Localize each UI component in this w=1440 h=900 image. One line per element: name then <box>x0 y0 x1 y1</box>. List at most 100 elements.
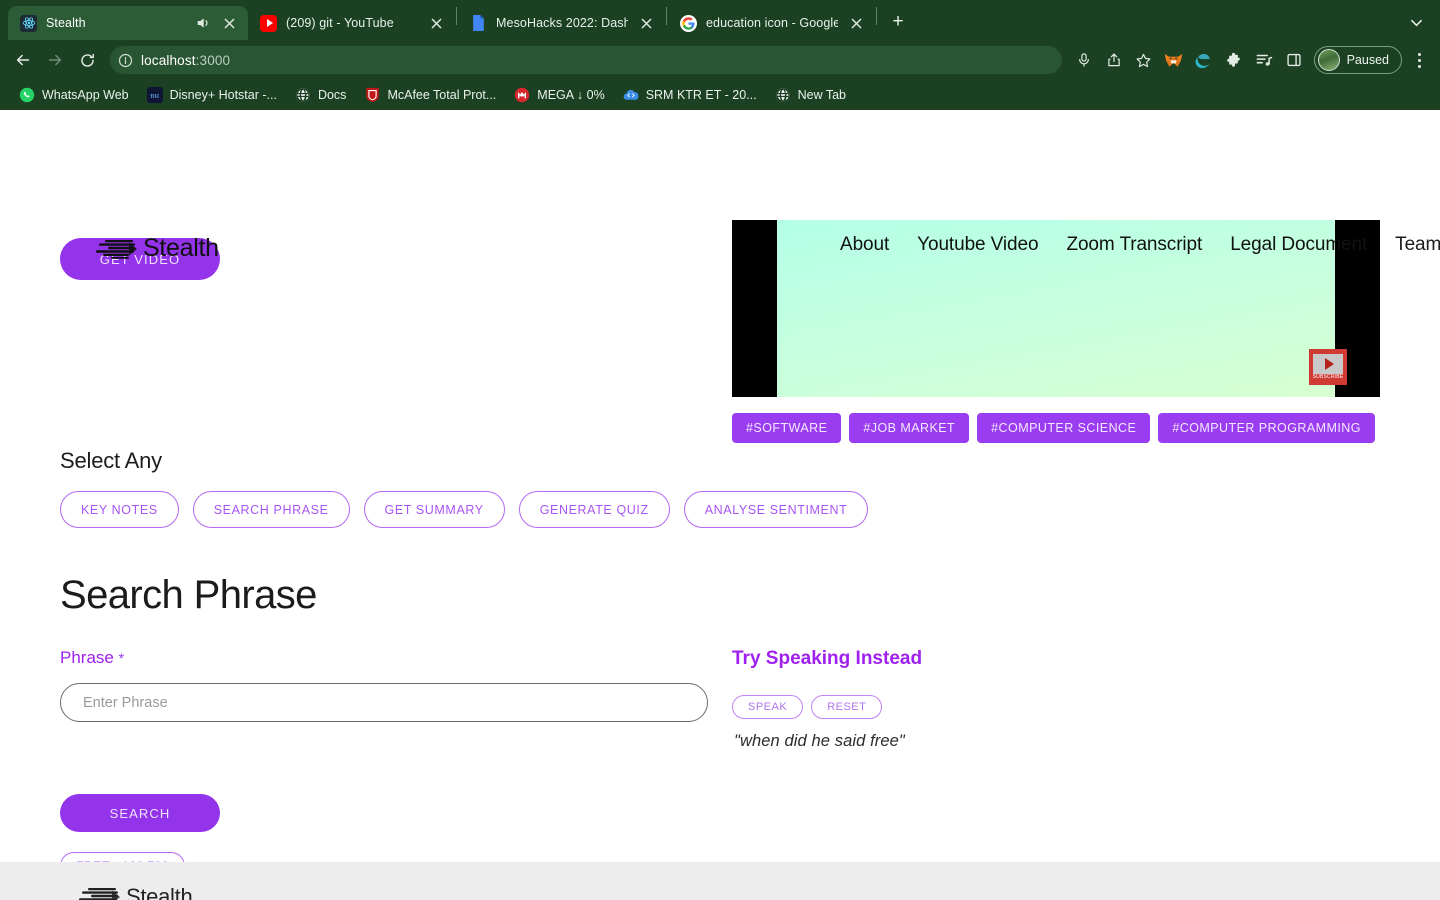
option-generate-quiz[interactable]: GENERATE QUIZ <box>518 491 670 528</box>
tab-close-icon[interactable] <box>220 14 238 32</box>
mega-icon <box>514 87 530 103</box>
speech-transcript: "when did he said free" <box>734 732 905 750</box>
bookmark-mega[interactable]: MEGA ↓ 0% <box>505 83 613 107</box>
tab-title: Stealth <box>46 16 86 30</box>
site-navigation: About Youtube Video Zoom Transcript Lega… <box>840 234 1440 256</box>
youtube-subscribe-watermark[interactable]: SUBSCRIBE <box>1309 349 1347 385</box>
reload-button[interactable] <box>72 45 102 75</box>
play-triangle-icon <box>1313 354 1343 374</box>
forward-button[interactable] <box>40 45 70 75</box>
phrase-input[interactable] <box>60 683 708 722</box>
phrase-field-label: Phrase * <box>60 648 124 668</box>
bookmark-whatsapp-web[interactable]: WhatsApp Web <box>10 83 138 107</box>
tab-title: education icon - Google Search <box>706 16 838 30</box>
nav-item-about[interactable]: About <box>840 234 889 256</box>
side-panel-icon[interactable] <box>1280 46 1308 74</box>
bookmarks-bar: WhatsApp Web ᴆʜ Disney+ Hotstar -... Doc… <box>0 80 1440 110</box>
nav-item-team[interactable]: Team <box>1395 234 1440 256</box>
url-port: :3000 <box>195 52 231 68</box>
bookmark-label: New Tab <box>797 88 847 102</box>
reading-list-icon[interactable] <box>1250 46 1278 74</box>
code-cloud-icon <box>623 87 639 103</box>
get-video-button[interactable]: GET VIDEO <box>60 238 220 280</box>
speak-button[interactable]: SPEAK <box>732 695 804 719</box>
nav-item-youtube-video[interactable]: Youtube Video <box>917 234 1038 256</box>
required-marker: * <box>118 650 125 666</box>
nav-item-zoom-transcript[interactable]: Zoom Transcript <box>1066 234 1202 256</box>
footer-brand-name: Stealth <box>126 884 193 900</box>
bookmark-disney-hotstar[interactable]: ᴆʜ Disney+ Hotstar -... <box>138 83 286 107</box>
nav-item-legal-document[interactable]: Legal Document <box>1230 234 1367 256</box>
speech-controls: SPEAK RESET <box>732 695 883 719</box>
edge-extension-icon[interactable] <box>1190 46 1218 74</box>
stealth-speedlines-icon <box>78 884 124 900</box>
tab-separator <box>876 7 877 25</box>
address-bar-text: localhost:3000 <box>141 53 1052 68</box>
hotstar-icon: ᴆʜ <box>146 87 163 103</box>
mcafee-icon <box>364 87 380 103</box>
new-tab-button[interactable]: + <box>884 8 912 36</box>
bookmark-star-icon[interactable] <box>1130 46 1158 74</box>
tab-separator <box>666 7 667 25</box>
extensions-puzzle-icon[interactable] <box>1220 46 1248 74</box>
info-circle-icon[interactable] <box>118 53 133 68</box>
address-bar[interactable]: localhost:3000 <box>110 46 1062 74</box>
browser-toolbar: localhost:3000 Paused <box>0 40 1440 80</box>
bookmark-label: MEGA ↓ 0% <box>537 88 605 102</box>
metamask-icon[interactable] <box>1160 46 1188 74</box>
page-title: Search Phrase <box>60 573 317 617</box>
browser-window: Stealth (209) git - YouTube MesoHacks 20… <box>0 0 1440 900</box>
google-icon <box>680 14 697 32</box>
google-docs-icon <box>470 15 487 32</box>
hashtag-chip[interactable]: #SOFTWARE <box>732 413 842 443</box>
tab-youtube[interactable]: (209) git - YouTube <box>248 6 455 40</box>
tab-strip: Stealth (209) git - YouTube MesoHacks 20… <box>0 0 1440 40</box>
subscribe-label: SUBSCRIBE <box>1312 374 1344 380</box>
profile-button[interactable]: Paused <box>1313 46 1402 74</box>
avatar-icon <box>1317 49 1340 71</box>
page-footer: Stealth <box>0 862 1440 900</box>
hashtag-chip[interactable]: #JOB MARKET <box>849 413 970 443</box>
option-get-summary[interactable]: GET SUMMARY <box>363 491 505 528</box>
footer-brand-logo: Stealth <box>78 884 193 900</box>
tab-close-icon[interactable] <box>637 14 655 32</box>
profile-status-label: Paused <box>1346 53 1389 67</box>
chevron-down-icon[interactable] <box>1402 8 1430 36</box>
tab-close-icon[interactable] <box>427 14 445 32</box>
bookmark-docs[interactable]: Docs <box>286 83 355 107</box>
back-button[interactable] <box>8 45 38 75</box>
bookmark-label: Docs <box>317 88 347 102</box>
globe-icon <box>295 87 311 103</box>
microphone-icon[interactable] <box>1070 46 1098 74</box>
tab-audio-icon[interactable] <box>195 15 211 31</box>
select-any-title: Select Any <box>60 448 162 473</box>
tab-title: (209) git - YouTube <box>286 16 394 30</box>
whatsapp-icon <box>19 87 35 103</box>
react-icon <box>20 14 37 32</box>
bookmark-mcafee[interactable]: McAfee Total Prot... <box>355 83 505 107</box>
hashtag-chip[interactable]: #COMPUTER SCIENCE <box>977 413 1151 443</box>
option-analyse-sentiment[interactable]: ANALYSE SENTIMENT <box>683 491 869 528</box>
reset-button[interactable]: RESET <box>811 695 883 719</box>
select-any-options: KEY NOTES SEARCH PHRASE GET SUMMARY GENE… <box>60 491 869 528</box>
search-button[interactable]: SEARCH <box>60 794 220 832</box>
hashtag-chip[interactable]: #COMPUTER PROGRAMMING <box>1158 413 1375 443</box>
bookmark-label: Disney+ Hotstar -... <box>169 88 277 102</box>
share-icon[interactable] <box>1100 46 1128 74</box>
bookmark-srm-ktr[interactable]: SRM KTR ET - 20... <box>614 83 766 107</box>
tab-stealth[interactable]: Stealth <box>8 6 248 40</box>
youtube-icon <box>260 14 277 32</box>
tab-google-search[interactable]: education icon - Google Search <box>668 6 875 40</box>
bookmark-label: WhatsApp Web <box>42 88 129 102</box>
globe-icon <box>775 87 791 103</box>
tab-close-icon[interactable] <box>847 14 865 32</box>
bookmark-new-tab[interactable]: New Tab <box>766 83 855 107</box>
option-search-phrase[interactable]: SEARCH PHRASE <box>192 491 350 528</box>
try-speaking-title: Try Speaking Instead <box>732 648 923 669</box>
option-key-notes[interactable]: KEY NOTES <box>60 491 179 528</box>
hashtag-list: #SOFTWARE #JOB MARKET #COMPUTER SCIENCE … <box>732 413 1375 443</box>
bookmark-label: McAfee Total Prot... <box>387 88 497 102</box>
tab-title: MesoHacks 2022: Dashboard | <box>496 16 628 30</box>
kebab-menu-icon[interactable] <box>1406 46 1432 74</box>
tab-mesohacks[interactable]: MesoHacks 2022: Dashboard | <box>458 6 665 40</box>
